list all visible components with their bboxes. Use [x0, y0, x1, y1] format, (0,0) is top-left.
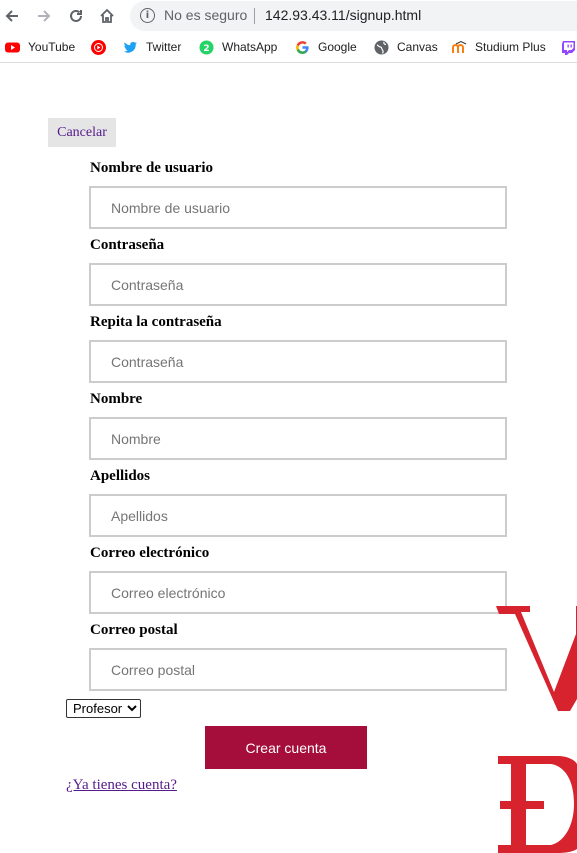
bookmark-label: Google — [318, 40, 357, 54]
create-account-button[interactable]: Crear cuenta — [205, 726, 367, 769]
globe-icon — [374, 40, 389, 55]
svg-text:2: 2 — [203, 44, 209, 54]
whatsapp-icon: 2 — [199, 40, 214, 55]
bookmark-youtube[interactable]: YouTube — [5, 38, 75, 56]
logo-letter-v — [496, 606, 577, 711]
reload-icon[interactable] — [65, 5, 87, 27]
bookmark-label: WhatsApp — [222, 40, 278, 54]
moodle-icon — [452, 40, 467, 55]
bookmark-label: YouTube — [28, 40, 76, 54]
first-name-label: Nombre — [90, 391, 143, 407]
security-indicator[interactable]: No es seguro — [164, 7, 247, 23]
logo-letter-d — [498, 756, 577, 853]
url-text[interactable]: 142.93.43.11/signup.html — [265, 7, 421, 23]
bookmarks-bar: YouTube Twitter 2 WhatsApp Google Canvas… — [0, 32, 577, 63]
university-logo — [496, 606, 577, 853]
home-icon[interactable] — [96, 5, 118, 27]
bookmark-canvas[interactable]: Canvas — [374, 38, 438, 56]
google-icon — [295, 40, 310, 55]
first-name-input[interactable] — [89, 417, 507, 460]
bookmark-label: Twitter — [146, 40, 182, 54]
password-input[interactable] — [89, 263, 507, 306]
omnibox-separator — [254, 8, 255, 24]
youtube-icon — [5, 40, 20, 55]
address-bar[interactable]: i No es seguro 142.93.43.11/signup.html — [130, 1, 577, 31]
last-name-label: Apellidos — [90, 468, 151, 484]
twitch-icon — [561, 40, 576, 55]
email-label: Correo electrónico — [90, 545, 210, 561]
cancel-button[interactable]: Cancelar — [48, 118, 116, 147]
password-label: Contraseña — [90, 237, 165, 253]
login-link[interactable]: ¿Ya tienes cuenta? — [66, 777, 177, 794]
postal-address-input[interactable] — [89, 648, 507, 691]
info-icon[interactable]: i — [140, 8, 155, 23]
repeat-password-label: Repita la contraseña — [90, 314, 222, 330]
bookmark-twitter[interactable]: Twitter — [123, 38, 181, 56]
back-icon[interactable] — [1, 5, 23, 27]
username-label: Nombre de usuario — [90, 160, 214, 176]
last-name-input[interactable] — [89, 494, 507, 537]
bookmark-studium-plus[interactable]: Studium Plus — [452, 38, 546, 56]
bookmark-whatsapp[interactable]: 2 WhatsApp — [199, 38, 277, 56]
bookmark-twitch[interactable] — [561, 38, 577, 56]
postal-address-label: Correo postal — [90, 622, 178, 638]
browser-toolbar: i No es seguro 142.93.43.11/signup.html — [0, 0, 577, 32]
bookmark-youtube-music[interactable] — [91, 38, 114, 56]
role-select[interactable]: Profesor — [66, 699, 141, 718]
username-input[interactable] — [89, 186, 507, 229]
bookmark-google[interactable]: Google — [295, 38, 357, 56]
forward-icon[interactable] — [33, 5, 55, 27]
youtube-music-icon — [91, 39, 106, 55]
bookmark-label: Studium Plus — [475, 40, 546, 54]
twitter-icon — [123, 40, 138, 55]
repeat-password-input[interactable] — [89, 340, 507, 383]
bookmark-label: Canvas — [397, 40, 438, 54]
email-input[interactable] — [89, 571, 507, 614]
